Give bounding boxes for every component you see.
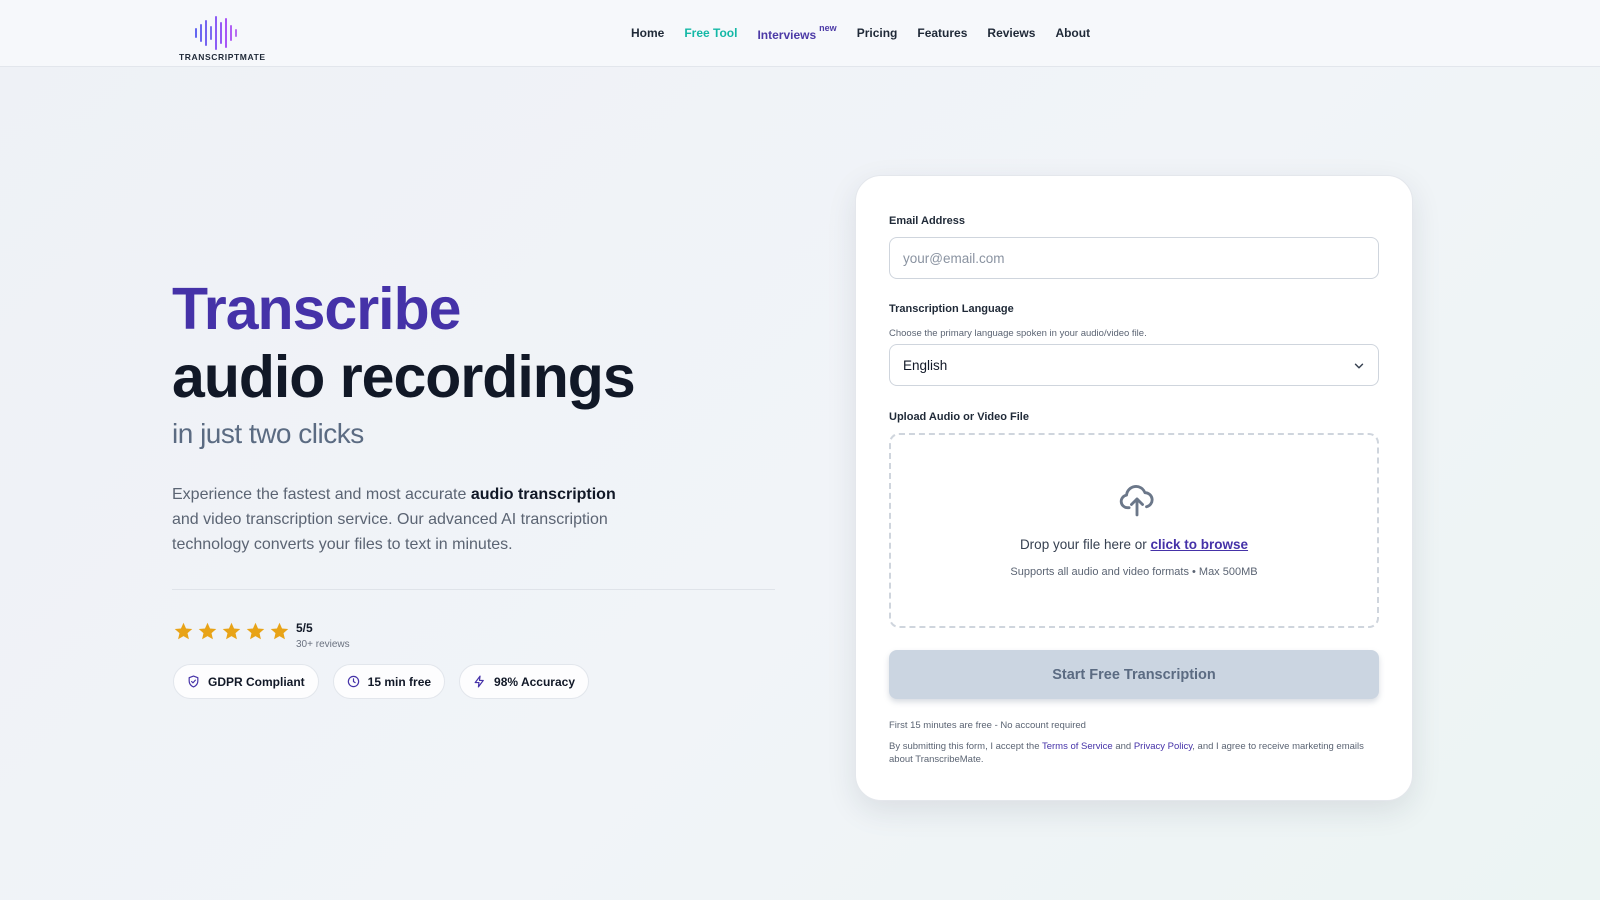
clock-icon: [347, 675, 359, 688]
rating-score: 5/5: [296, 621, 313, 635]
chevron-down-icon: [1354, 363, 1364, 369]
drop-text: Drop your file here or click to browse: [891, 537, 1377, 552]
language-helper: Choose the primary language spoken in yo…: [889, 328, 1147, 339]
site-header: TRANSCRIPTMATE Home Free Tool Interviews…: [0, 0, 1600, 67]
lightning-icon: [474, 675, 484, 688]
consent-note: By submitting this form, I accept the Te…: [889, 740, 1369, 766]
nav-features[interactable]: Features: [917, 26, 967, 42]
language-label: Transcription Language: [889, 303, 1014, 315]
gdpr-badge-label: GDPR Compliant: [208, 674, 305, 689]
transcription-form: Email Address Transcription Language Cho…: [855, 175, 1413, 801]
start-transcription-button[interactable]: Start Free Transcription: [889, 650, 1379, 699]
accuracy-badge: 98% Accuracy: [459, 664, 589, 699]
star-icon: [174, 622, 193, 640]
privacy-link[interactable]: Privacy Policy: [1134, 741, 1192, 752]
nav-free-tool[interactable]: Free Tool: [684, 26, 737, 42]
star-icon: [270, 622, 289, 640]
hero-title-highlight: Transcribe: [172, 276, 461, 342]
free-minutes-label: 15 min free: [367, 674, 432, 689]
star-icon: [222, 622, 241, 640]
consent-and: and: [1112, 741, 1134, 752]
gdpr-badge: GDPR Compliant: [173, 664, 319, 699]
hero-title: audio recordings: [172, 344, 636, 410]
star-icon: [246, 622, 265, 640]
language-selected-value: English: [903, 357, 948, 373]
nav-interviews-label: Interviews: [757, 28, 817, 42]
nav-about[interactable]: About: [1055, 26, 1090, 42]
hero-desc-part2: and video transcription service. Our adv…: [172, 511, 608, 553]
free-note: First 15 minutes are free - No account r…: [889, 720, 1086, 731]
hero-desc-part1: Experience the fastest and most accurate: [172, 486, 471, 503]
new-badge: new: [819, 23, 837, 33]
consent-part1: By submitting this form, I accept the: [889, 741, 1042, 752]
email-field[interactable]: [889, 237, 1379, 279]
accuracy-label: 98% Accuracy: [494, 674, 575, 689]
main-nav: Home Free Tool Interviews new Pricing Fea…: [631, 23, 1110, 42]
upload-label: Upload Audio or Video File: [889, 411, 1029, 423]
nav-reviews[interactable]: Reviews: [987, 26, 1035, 42]
terms-link[interactable]: Terms of Service: [1042, 741, 1113, 752]
hero-subtitle: in just two clicks: [172, 418, 364, 449]
star-icon: [198, 622, 217, 640]
brand-logo[interactable]: TRANSCRIPTMATE: [179, 14, 265, 62]
shield-check-icon: [188, 675, 199, 688]
email-label: Email Address: [889, 215, 966, 227]
cloud-upload-icon: [1119, 485, 1154, 517]
free-minutes-badge: 15 min free: [332, 664, 446, 699]
file-dropzone[interactable]: Drop your file here or click to browse S…: [889, 433, 1379, 628]
drop-text-label: Drop your file here or: [1019, 537, 1151, 552]
browse-link[interactable]: click to browse: [1151, 537, 1249, 552]
trust-badges: GDPR Compliant 15 min free 98% Accuracy: [173, 664, 589, 699]
hero-description: Experience the fastest and most accurate…: [172, 482, 642, 557]
hero-desc-bold: audio transcription: [470, 486, 616, 503]
rating-stars: [173, 621, 290, 642]
nav-pricing[interactable]: Pricing: [857, 26, 898, 42]
hero-divider: [172, 589, 775, 590]
drop-hint: Supports all audio and video formats • M…: [1010, 566, 1258, 578]
nav-interviews[interactable]: Interviews new: [757, 23, 837, 42]
brand-name: TRANSCRIPTMATE: [179, 52, 266, 62]
language-select[interactable]: English: [889, 344, 1379, 386]
nav-home[interactable]: Home: [631, 26, 664, 42]
rating-count: 30+ reviews: [296, 639, 350, 650]
soundwave-logo-icon: [195, 16, 237, 50]
